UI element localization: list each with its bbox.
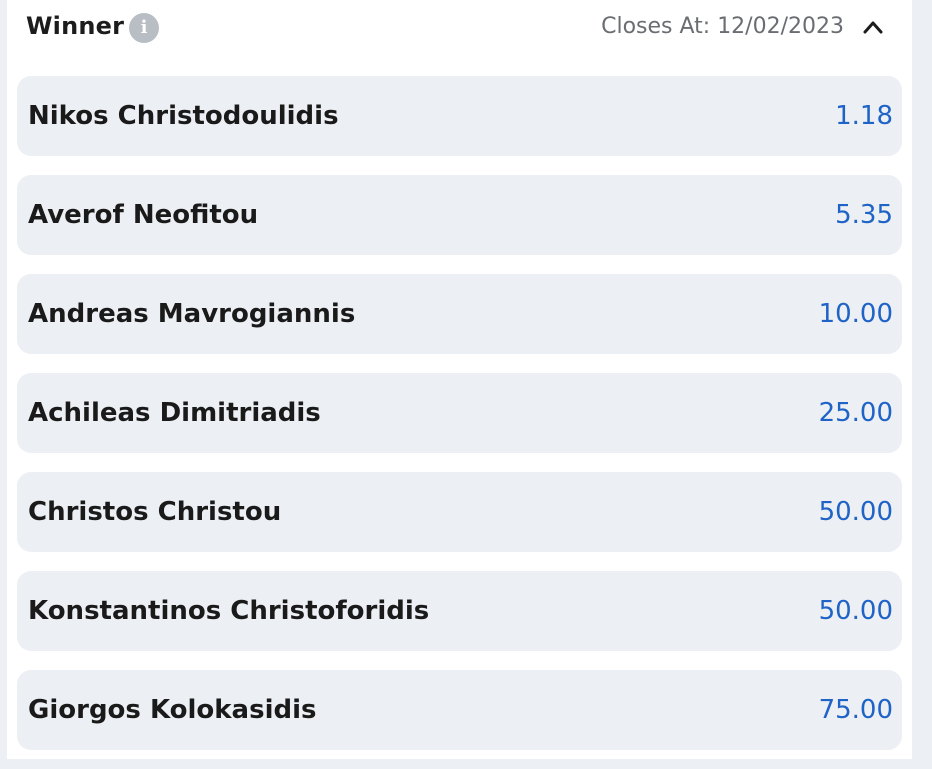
selection-name: Nikos Christodoulidis (28, 101, 339, 131)
selection-odds[interactable]: 50.00 (819, 596, 893, 626)
selection-name: Averof Neofitou (28, 200, 259, 230)
selection-row[interactable]: Konstantinos Christoforidis 50.00 (17, 571, 902, 651)
selection-row[interactable]: Achileas Dimitriadis 25.00 (17, 373, 902, 453)
market-header[interactable]: Winner i Closes At: 12/02/2023 (7, 0, 912, 58)
closes-at-label: Closes At: 12/02/2023 (601, 14, 844, 39)
info-icon[interactable]: i (129, 13, 159, 43)
selection-odds[interactable]: 25.00 (819, 398, 893, 428)
market-panel: Winner i Closes At: 12/02/2023 Nikos Chr… (7, 0, 912, 759)
market-title: Winner (26, 12, 125, 40)
selection-odds[interactable]: 50.00 (819, 497, 893, 527)
selection-name: Achileas Dimitriadis (28, 398, 321, 428)
selection-row[interactable]: Averof Neofitou 5.35 (17, 175, 902, 255)
selection-name: Konstantinos Christoforidis (28, 596, 430, 626)
selection-row[interactable]: Giorgos Kolokasidis 75.00 (17, 670, 902, 750)
selection-name: Giorgos Kolokasidis (28, 695, 317, 725)
selection-name: Andreas Mavrogiannis (28, 299, 356, 329)
selection-row[interactable]: Christos Christou 50.00 (17, 472, 902, 552)
selection-row[interactable]: Nikos Christodoulidis 1.18 (17, 76, 902, 156)
selection-list: Nikos Christodoulidis 1.18 Averof Neofit… (17, 76, 902, 769)
selection-name: Christos Christou (28, 497, 282, 527)
selection-odds[interactable]: 5.35 (835, 200, 893, 230)
chevron-up-icon[interactable] (861, 18, 885, 36)
selection-row[interactable]: Andreas Mavrogiannis 10.00 (17, 274, 902, 354)
selection-odds[interactable]: 75.00 (819, 695, 893, 725)
selection-odds[interactable]: 1.18 (835, 101, 893, 131)
selection-odds[interactable]: 10.00 (819, 299, 893, 329)
